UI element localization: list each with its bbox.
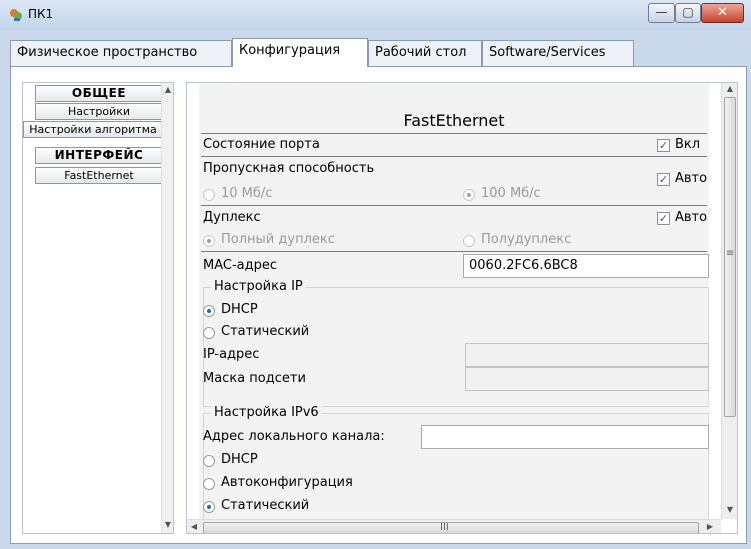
ipv6-static-label: Статический xyxy=(221,498,310,513)
divider xyxy=(201,133,707,134)
speed-100-radio[interactable] xyxy=(463,189,475,201)
subnet-mask-field[interactable] xyxy=(465,367,709,391)
ipv6-config-legend: Настройка IPv6 xyxy=(211,405,322,420)
scroll-left-icon[interactable]: ◀ xyxy=(189,522,199,531)
close-icon: ✕ xyxy=(717,5,728,20)
sidebar-item-fastethernet[interactable]: FastEthernet xyxy=(35,167,163,184)
full-duplex-radio[interactable] xyxy=(203,235,215,247)
close-button[interactable]: ✕ xyxy=(701,3,744,23)
ipv6-dhcp-label: DHCP xyxy=(221,452,258,467)
speed-100-label: 100 Мб/с xyxy=(481,186,541,201)
port-status-label: Состояние порта xyxy=(203,137,320,152)
ip-dhcp-label: DHCP xyxy=(221,302,258,317)
mac-address-label: MAC-адрес xyxy=(203,258,278,273)
sidebar-header-general[interactable]: ОБЩЕЕ xyxy=(35,85,163,102)
scroll-up-icon[interactable]: ▲ xyxy=(162,85,174,94)
bandwidth-auto-label: Авто xyxy=(675,171,708,186)
divider xyxy=(201,156,707,157)
full-duplex-label: Полный дуплекс xyxy=(221,232,335,247)
ip-dhcp-radio[interactable] xyxy=(203,305,215,317)
tab-physical-space[interactable]: Физическое пространство xyxy=(10,40,232,66)
ip-static-label: Статический xyxy=(221,324,310,339)
tab-desktop[interactable]: Рабочий стол xyxy=(368,40,482,66)
app-window: ПК1 — ▢ ✕ Физическое пространство Конфиг… xyxy=(0,0,751,549)
window-title: ПК1 xyxy=(28,7,54,21)
vertical-scroll-thumb[interactable]: ≡ xyxy=(724,97,736,417)
speed-10-label: 10 Мб/с xyxy=(221,186,273,201)
panel-horizontal-scrollbar[interactable]: ◀ III ▶ xyxy=(187,519,721,533)
link-local-address-label: Адрес локального канала: xyxy=(203,429,385,444)
ip-address-field[interactable] xyxy=(465,343,709,367)
sidebar-scrollbar[interactable]: ▲ ▼ xyxy=(161,83,173,533)
divider xyxy=(201,251,707,252)
ipv6-static-radio[interactable] xyxy=(203,501,215,513)
mac-address-field[interactable]: 0060.2FC6.6BC8 xyxy=(463,254,709,278)
title-bar[interactable]: ПК1 — ▢ ✕ xyxy=(0,0,751,30)
scroll-down-icon[interactable]: ▼ xyxy=(162,520,174,529)
maximize-button[interactable]: ▢ xyxy=(675,3,701,23)
maximize-icon: ▢ xyxy=(682,5,694,19)
fastethernet-panel: FastEthernet Состояние порта ✓ Вкл Пропу… xyxy=(186,82,738,534)
divider xyxy=(201,205,707,206)
ipv6-autoconfig-radio[interactable] xyxy=(203,478,215,490)
link-local-address-field[interactable] xyxy=(421,425,709,449)
pc-app-icon xyxy=(10,9,22,21)
speed-10-radio[interactable] xyxy=(203,189,215,201)
sidebar-item-settings[interactable]: Настройки xyxy=(35,103,163,120)
scroll-down-icon[interactable]: ▼ xyxy=(724,505,736,514)
horizontal-scroll-thumb[interactable]: III xyxy=(203,522,699,533)
scroll-grip-icon: ≡ xyxy=(726,248,735,259)
ip-config-legend: Настройка IP xyxy=(211,279,306,294)
panel-vertical-scrollbar[interactable]: ▲ ≡ ▼ xyxy=(721,83,737,519)
scroll-right-icon[interactable]: ▶ xyxy=(705,522,715,531)
minimize-button[interactable]: — xyxy=(648,3,675,23)
half-duplex-label: Полудуплекс xyxy=(481,232,572,247)
duplex-label: Дуплекс xyxy=(203,210,261,225)
sidebar-header-interface[interactable]: ИНТЕРФЕЙС xyxy=(35,147,163,164)
duplex-auto-checkbox[interactable]: ✓ xyxy=(657,212,670,225)
scroll-grip-icon: III xyxy=(440,522,449,533)
subnet-mask-label: Маска подсети xyxy=(203,371,306,386)
duplex-auto-label: Авто xyxy=(675,210,708,225)
half-duplex-radio[interactable] xyxy=(463,235,475,247)
panel-title: FastEthernet xyxy=(403,111,505,130)
config-sidebar: ОБЩЕЕ Настройки Настройки алгоритма ИНТЕ… xyxy=(22,82,174,534)
minimize-icon: — xyxy=(655,5,668,19)
ip-static-radio[interactable] xyxy=(203,327,215,339)
ip-address-label: IP-адрес xyxy=(203,347,260,362)
ipv6-autoconfig-label: Автоконфигурация xyxy=(221,475,353,490)
sidebar-item-algorithm-settings[interactable]: Настройки алгоритма xyxy=(23,121,163,138)
port-status-checkbox[interactable]: ✓ xyxy=(657,139,670,152)
port-status-on-label: Вкл xyxy=(675,137,701,152)
tab-software-services[interactable]: Software/Services xyxy=(482,40,634,66)
scroll-up-icon[interactable]: ▲ xyxy=(724,84,736,93)
bandwidth-label: Пропускная способность xyxy=(203,161,375,176)
bandwidth-auto-checkbox[interactable]: ✓ xyxy=(657,173,670,186)
panel-content: FastEthernet Состояние порта ✓ Вкл Пропу… xyxy=(199,83,709,523)
ipv6-dhcp-radio[interactable] xyxy=(203,455,215,467)
tab-configuration[interactable]: Конфигурация xyxy=(232,38,368,67)
